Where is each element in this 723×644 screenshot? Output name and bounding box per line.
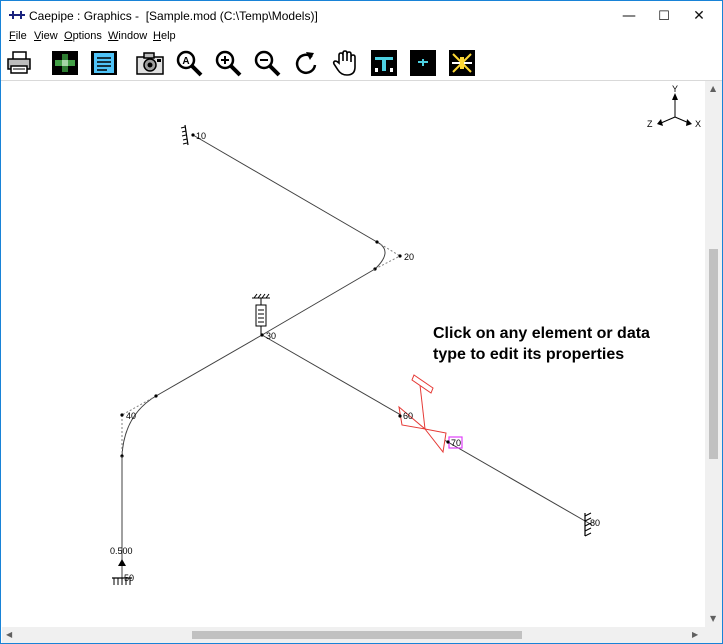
- print-icon: [7, 51, 31, 74]
- zoom-auto-button[interactable]: A: [174, 49, 204, 77]
- app-window: Caepipe : Graphics - [Sample.mod (C:\Tem…: [0, 0, 723, 644]
- axis-z-label: Z: [647, 119, 653, 129]
- menu-help[interactable]: Help: [153, 30, 176, 42]
- node-label-60[interactable]: 60: [403, 411, 413, 421]
- axis-x-label: X: [695, 119, 701, 129]
- scroll-right-arrow-icon[interactable]: ▶: [692, 630, 698, 639]
- snapshot-button[interactable]: [135, 49, 165, 77]
- camera-icon: [136, 52, 164, 75]
- node-label-10[interactable]: 10: [196, 131, 206, 141]
- menu-bar: File View Options Window Help: [1, 29, 722, 45]
- app-icon: [9, 11, 25, 19]
- pan-button[interactable]: [330, 49, 360, 77]
- horizontal-scroll-thumb[interactable]: [192, 631, 522, 639]
- print-button[interactable]: [4, 49, 34, 77]
- vertical-scroll-thumb[interactable]: [709, 249, 718, 459]
- vertical-scrollbar[interactable]: ▲ ▼: [705, 81, 722, 627]
- support-toggle-button[interactable]: [447, 49, 477, 77]
- rotate-button[interactable]: [291, 49, 321, 77]
- list-icon: [91, 51, 117, 75]
- anchor-node-10[interactable]: [180, 124, 195, 146]
- node-label-80[interactable]: 80: [590, 518, 600, 528]
- small-section-button[interactable]: [408, 49, 438, 77]
- section-button[interactable]: [369, 49, 399, 77]
- zoom-auto-icon: A: [176, 50, 203, 77]
- pipe-20-30[interactable]: [261, 268, 376, 336]
- axis-y-label: Y: [672, 84, 678, 94]
- menu-view[interactable]: View: [34, 30, 58, 42]
- title-bar[interactable]: Caepipe : Graphics - [Sample.mod (C:\Tem…: [1, 1, 722, 31]
- list-button[interactable]: [89, 49, 119, 77]
- menu-file[interactable]: File: [9, 30, 27, 42]
- zoom-out-button[interactable]: [252, 49, 282, 77]
- close-button[interactable]: ✕: [676, 1, 722, 31]
- zoom-out-icon: [254, 50, 281, 77]
- graphics-canvas[interactable]: 10 20 30 40 50 60 70 80 0.500 Y Z X Clic…: [2, 81, 705, 627]
- window-title: Caepipe : Graphics - [Sample.mod (C:\Tem…: [29, 9, 318, 23]
- rotate-icon: [295, 52, 317, 74]
- pipe-10-20[interactable]: [192, 134, 378, 243]
- zoom-in-button[interactable]: [213, 49, 243, 77]
- small-section-icon: [410, 50, 436, 76]
- support-toggle-icon: [449, 50, 475, 76]
- horizontal-scrollbar[interactable]: ◀ ▶: [2, 627, 705, 643]
- section-icon: [371, 50, 397, 76]
- pan-hand-icon: [332, 50, 356, 76]
- scroll-left-arrow-icon[interactable]: ◀: [6, 630, 12, 639]
- dimension-label: 0.500: [110, 546, 133, 556]
- render-button[interactable]: [50, 49, 80, 77]
- toolbar: A: [1, 45, 722, 81]
- zoom-in-icon: [215, 50, 242, 77]
- node-label-30[interactable]: 30: [266, 331, 276, 341]
- render-icon: [52, 51, 78, 75]
- axis-triad: Y Z X: [647, 84, 701, 129]
- node-label-50[interactable]: 50: [124, 573, 134, 583]
- pipe-30-40[interactable]: [155, 334, 263, 397]
- menu-window[interactable]: Window: [108, 30, 147, 42]
- scrollbar-corner: [705, 627, 722, 643]
- bend-40[interactable]: [121, 395, 157, 457]
- node-label-70[interactable]: 70: [451, 438, 461, 448]
- svg-text:A: A: [182, 56, 189, 67]
- menu-options[interactable]: Options: [64, 30, 102, 42]
- node-label-40[interactable]: 40: [126, 411, 136, 421]
- edit-hint-text: Click on any element or data type to edi…: [433, 325, 650, 363]
- node-label-20[interactable]: 20: [404, 252, 414, 262]
- scroll-down-arrow-icon[interactable]: ▼: [710, 614, 716, 623]
- scroll-up-arrow-icon[interactable]: ▲: [710, 84, 716, 93]
